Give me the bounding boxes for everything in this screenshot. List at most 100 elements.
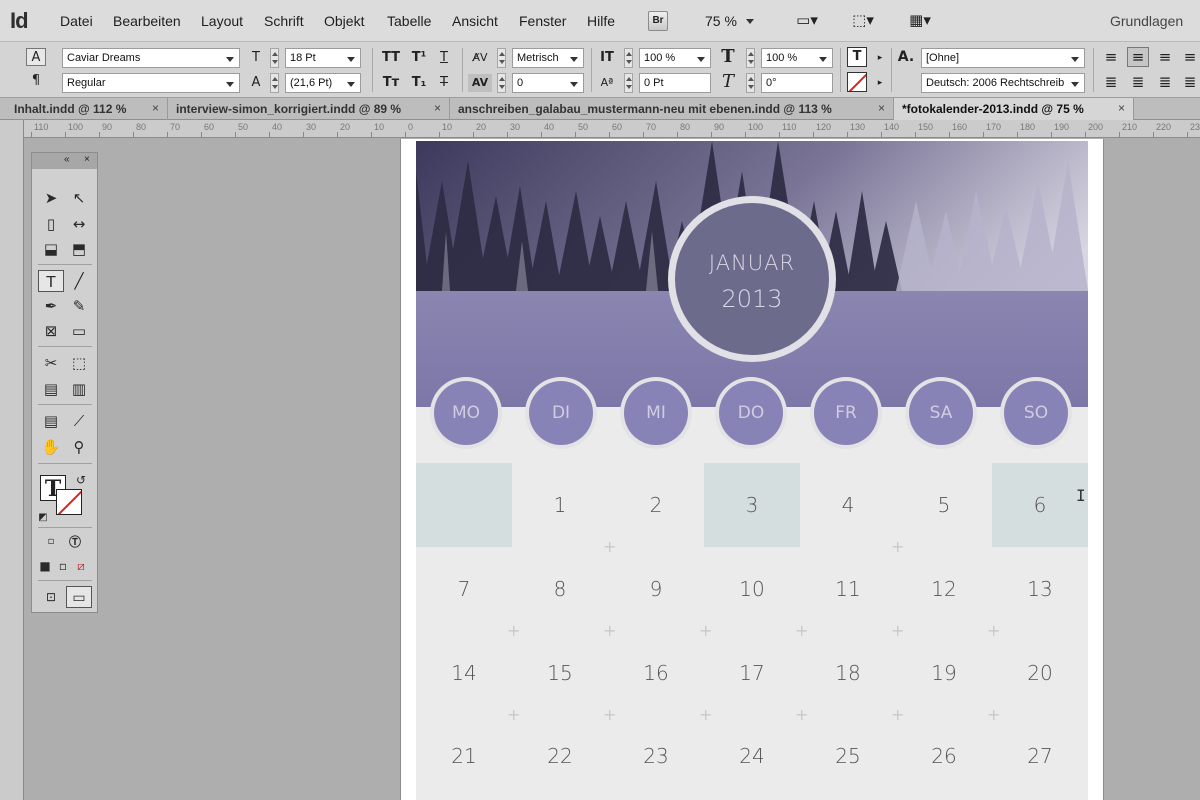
pencil-tool-icon[interactable]: ✎ [66,295,92,317]
close-icon[interactable]: × [1118,101,1125,115]
date-cell[interactable]: 6 [992,463,1088,547]
menu-fenster[interactable]: Fenster [519,13,566,29]
swap-fill-stroke-icon[interactable]: ↺ [72,469,90,491]
subscript-icon[interactable]: T₁ [408,74,430,92]
menu-layout[interactable]: Layout [201,13,243,29]
menu-datei[interactable]: Datei [60,13,93,29]
align-right-icon[interactable]: ≡ [1154,48,1176,66]
type-tool-icon[interactable]: T [38,270,64,292]
preview-mode-icon[interactable]: ▭ [66,586,92,608]
formatting-text-icon[interactable]: Ⓣ [64,531,86,553]
stroke-menu-arrow-icon[interactable]: ▸ [876,74,884,92]
close-icon[interactable]: × [434,101,441,115]
kerning-field[interactable]: Metrisch [512,48,584,68]
tab-anschreiben[interactable]: anschreiben_galabau_mustermann-neu mit e… [450,98,894,120]
collapse-icon[interactable]: « [64,154,70,165]
date-cell[interactable]: 13 [992,547,1088,631]
gradient-feather-tool-icon[interactable]: ▥ [66,378,92,400]
date-cell[interactable]: 2 [608,463,704,547]
date-cell[interactable]: 7 [416,547,512,631]
apply-none-icon[interactable]: ⧄ [72,555,90,577]
horizontal-ruler[interactable]: 110 100 90 80 70 60 50 40 30 20 10 0 10 20 30 40 50 60 70 8… [24,120,1200,138]
scissors-tool-icon[interactable]: ✂ [38,352,64,374]
skew-field[interactable]: 0° [761,73,833,93]
weekday-fr[interactable]: FR [810,377,882,449]
baseline-shift-stepper[interactable] [624,73,633,93]
close-icon[interactable]: × [878,101,885,115]
gradient-swatch-tool-icon[interactable]: ▤ [38,378,64,400]
screen-mode-icon[interactable]: ▭▾ [790,11,824,29]
date-cell[interactable] [416,463,512,547]
character-style-field[interactable]: [Ohne] [921,48,1085,68]
fill-menu-arrow-icon[interactable]: ▸ [876,49,884,67]
rectangle-frame-tool-icon[interactable]: ⊠ [38,320,64,342]
rectangle-tool-icon[interactable]: ▭ [66,320,92,342]
arrange-documents-icon[interactable]: ▦▾ [902,11,938,29]
date-cell[interactable]: 23 [608,714,704,798]
bridge-button[interactable]: Br [648,11,668,31]
date-cell[interactable]: 12 [896,547,992,631]
horizontal-scale-field[interactable]: 100 % [761,48,833,68]
date-cell[interactable]: 16 [608,631,704,715]
page-tool-icon[interactable]: ▯ [38,213,64,235]
underline-icon[interactable]: T [434,49,454,67]
content-collector-icon[interactable]: ⬓ [38,238,64,260]
date-cell[interactable]: 10 [704,547,800,631]
date-cell[interactable]: 5 [896,463,992,547]
free-transform-tool-icon[interactable]: ⬚ [66,352,92,374]
align-center-icon[interactable]: ≡ [1127,47,1149,67]
date-cell[interactable]: 1 [512,463,608,547]
strikethrough-icon[interactable]: T [434,74,454,92]
justify-center-icon[interactable]: ≣ [1127,73,1149,91]
leading-field[interactable]: (21,6 Pt) [285,73,361,93]
weekday-mi[interactable]: MI [620,377,692,449]
baseline-shift-field[interactable]: 0 Pt [639,73,711,93]
date-cell[interactable]: 25 [800,714,896,798]
default-fill-stroke-icon[interactable]: ◩ [36,507,50,529]
date-cell[interactable]: 14 [416,631,512,715]
small-caps-icon[interactable]: Tт [380,74,402,92]
menu-schrift[interactable]: Schrift [264,13,304,29]
date-cell[interactable]: 19 [896,631,992,715]
date-cell[interactable]: 15 [512,631,608,715]
date-cell[interactable]: 3 [704,463,800,547]
tracking-stepper[interactable] [497,73,506,93]
hand-tool-icon[interactable]: ✋ [38,436,64,458]
tab-fotokalender[interactable]: *fotokalender-2013.indd @ 75 % × [894,98,1134,120]
apply-color-icon[interactable]: ■ [36,555,54,577]
close-icon[interactable]: × [84,154,90,165]
vertical-scale-field[interactable]: 100 % [639,48,711,68]
vertical-ruler[interactable] [0,120,24,800]
skew-stepper[interactable] [746,73,755,93]
weekday-sa[interactable]: SA [905,377,977,449]
pen-tool-icon[interactable]: ✒ [38,295,64,317]
vertical-scale-stepper[interactable] [624,48,633,68]
align-towards-spine-icon[interactable]: ≡ [1180,48,1200,66]
superscript-icon[interactable]: T¹ [408,49,430,67]
date-cell[interactable]: 24 [704,714,800,798]
date-cell[interactable]: 18 [800,631,896,715]
date-cell[interactable]: 17 [704,631,800,715]
direct-selection-tool-icon[interactable]: ↖ [66,187,92,209]
kerning-stepper[interactable] [497,48,506,68]
character-mode-icon[interactable]: A [26,48,46,66]
date-cell[interactable]: 11 [800,547,896,631]
weekday-di[interactable]: DI [525,377,597,449]
justify-right-icon[interactable]: ≣ [1154,73,1176,91]
no-stroke-icon[interactable] [847,72,867,92]
normal-view-icon[interactable]: ⊡ [38,586,64,608]
selection-tool-icon[interactable]: ➤ [38,187,64,209]
zoom-dropdown-icon[interactable] [746,19,754,24]
view-options-icon[interactable]: ⬚▾ [846,11,880,29]
font-style-field[interactable]: Regular [62,73,240,93]
horizontal-scale-stepper[interactable] [746,48,755,68]
date-cell[interactable]: 22 [512,714,608,798]
line-tool-icon[interactable]: ╱ [66,270,92,292]
menu-ansicht[interactable]: Ansicht [452,13,498,29]
close-icon[interactable]: × [152,101,159,115]
justify-left-icon[interactable]: ≣ [1100,73,1122,91]
date-cell[interactable]: 26 [896,714,992,798]
note-tool-icon[interactable]: ▤ [38,410,64,432]
tracking-field[interactable]: 0 [512,73,584,93]
language-field[interactable]: Deutsch: 2006 Rechtschreib [921,73,1085,93]
